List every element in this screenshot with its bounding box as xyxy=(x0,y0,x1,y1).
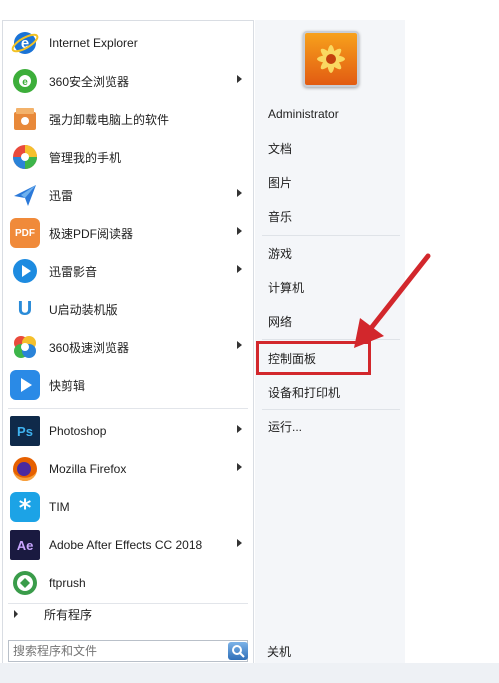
separator xyxy=(262,409,400,410)
separator xyxy=(8,408,248,409)
program-after-effects[interactable]: Ae Adobe After Effects CC 2018 xyxy=(4,527,248,563)
program-label: 360极速浏览器 xyxy=(49,340,130,355)
tim-icon: * xyxy=(10,492,40,522)
program-uninstaller[interactable]: 强力卸载电脑上的软件 xyxy=(4,101,248,137)
network-link[interactable]: 网络 xyxy=(268,313,292,330)
360-safe-browser-icon: e xyxy=(10,66,40,96)
program-label: 迅雷影音 xyxy=(49,264,98,279)
music-link[interactable]: 音乐 xyxy=(268,208,292,225)
devices-printers-link[interactable]: 设备和打印机 xyxy=(268,384,340,401)
pdf-reader-icon: PDF xyxy=(10,218,40,248)
360-speed-browser-icon xyxy=(10,332,40,362)
program-label: Mozilla Firefox xyxy=(49,462,127,476)
u-boot-icon: U xyxy=(17,297,33,320)
internet-explorer-icon: e xyxy=(10,28,40,58)
user-avatar[interactable] xyxy=(303,31,359,87)
user-name-link[interactable]: Administrator xyxy=(268,107,339,121)
firefox-icon xyxy=(10,454,40,484)
program-phone-manager[interactable]: 管理我的手机 xyxy=(4,139,248,175)
all-programs-arrow-icon xyxy=(14,610,18,618)
pictures-link[interactable]: 图片 xyxy=(268,174,292,191)
xunlei-video-icon xyxy=(10,256,40,286)
program-label: 360安全浏览器 xyxy=(49,74,130,89)
program-label: ftprush xyxy=(49,576,86,590)
submenu-arrow-icon[interactable] xyxy=(237,227,242,235)
submenu-arrow-icon[interactable] xyxy=(237,539,242,547)
program-label: Photoshop xyxy=(49,424,107,438)
program-360-safe-browser[interactable]: e 360安全浏览器 xyxy=(4,63,248,99)
submenu-arrow-icon[interactable] xyxy=(237,341,242,349)
svg-text:*: * xyxy=(19,494,32,522)
program-label: 迅雷 xyxy=(49,188,74,203)
run-link[interactable]: 运行... xyxy=(268,418,302,435)
photoshop-icon: Ps xyxy=(10,416,40,446)
program-label: 极速PDF阅读器 xyxy=(49,226,134,241)
shutdown-label: 关机 xyxy=(266,644,291,659)
start-menu: e Internet Explorer e 360安全浏览器 强力卸载电脑上的软… xyxy=(0,0,499,683)
submenu-arrow-icon[interactable] xyxy=(237,463,242,471)
xunlei-icon xyxy=(10,180,40,210)
program-tim[interactable]: * TIM xyxy=(4,489,248,525)
program-xunlei-video[interactable]: 迅雷影音 xyxy=(4,253,248,289)
submenu-arrow-icon[interactable] xyxy=(237,425,242,433)
program-ftprush[interactable]: ftprush xyxy=(4,565,248,601)
submenu-arrow-icon[interactable] xyxy=(237,265,242,273)
program-internet-explorer[interactable]: e Internet Explorer xyxy=(4,25,248,61)
program-360-speed-browser[interactable]: 360极速浏览器 xyxy=(4,329,248,365)
separator xyxy=(262,235,400,236)
all-programs-button[interactable]: 所有程序 xyxy=(4,601,248,627)
search-input[interactable] xyxy=(8,640,248,662)
video-editor-icon xyxy=(10,370,40,400)
red-arrow-icon xyxy=(354,253,431,348)
documents-link[interactable]: 文档 xyxy=(268,140,292,157)
program-u-boot[interactable]: U U启动装机版 xyxy=(4,291,248,327)
program-label: 强力卸载电脑上的软件 xyxy=(49,112,170,127)
all-programs-label: 所有程序 xyxy=(44,607,93,622)
games-link[interactable]: 游戏 xyxy=(268,245,292,262)
taskbar-strip xyxy=(0,663,499,683)
program-label: U启动装机版 xyxy=(49,302,118,317)
program-firefox[interactable]: Mozilla Firefox xyxy=(4,451,248,487)
ftprush-icon xyxy=(10,568,40,598)
submenu-arrow-icon[interactable] xyxy=(237,75,242,83)
computer-link[interactable]: 计算机 xyxy=(268,279,304,296)
submenu-arrow-icon[interactable] xyxy=(237,189,242,197)
shutdown-button[interactable]: 关机 xyxy=(258,640,300,662)
uninstaller-icon xyxy=(10,104,40,134)
program-pdf-reader[interactable]: PDF 极速PDF阅读器 xyxy=(4,215,248,251)
program-photoshop[interactable]: Ps Photoshop xyxy=(4,413,248,449)
search-icon[interactable] xyxy=(228,642,248,660)
program-label: Internet Explorer xyxy=(49,36,138,50)
phone-manager-icon xyxy=(10,142,40,172)
program-label: Adobe After Effects CC 2018 xyxy=(49,538,203,552)
program-label: 管理我的手机 xyxy=(49,150,122,165)
after-effects-icon: Ae xyxy=(10,530,40,560)
program-xunlei[interactable]: 迅雷 xyxy=(4,177,248,213)
flower-picture-icon xyxy=(305,33,357,85)
svg-text:e: e xyxy=(22,77,28,88)
program-label: 快剪辑 xyxy=(49,378,86,393)
program-video-editor[interactable]: 快剪辑 xyxy=(4,367,248,403)
program-label: TIM xyxy=(49,500,70,514)
